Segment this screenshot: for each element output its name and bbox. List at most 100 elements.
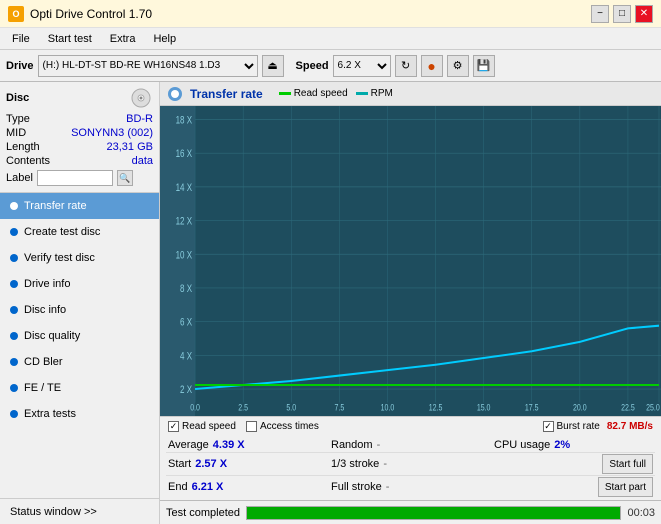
menu-help[interactable]: Help (145, 31, 184, 47)
end-val: 6.21 X (192, 481, 224, 493)
nav-label-transfer-rate: Transfer rate (24, 200, 87, 212)
access-times-checkbox-group: Access times (246, 421, 319, 432)
menu-bar: File Start test Extra Help (0, 28, 661, 50)
nav-dot (10, 306, 18, 314)
eject-button[interactable]: ⏏ (262, 55, 284, 77)
nav-drive-info[interactable]: Drive info (0, 271, 159, 297)
nav-dot (10, 280, 18, 288)
status-window-button[interactable]: Status window >> (0, 498, 159, 524)
disc-length-row: Length 23,31 GB (6, 140, 153, 154)
nav-dot (10, 358, 18, 366)
nav-cd-bler[interactable]: CD Bler (0, 349, 159, 375)
disc-type-row: Type BD-R (6, 112, 153, 126)
read-speed-checkbox[interactable]: ✓ (168, 421, 179, 432)
settings-button[interactable]: ⚙ (447, 55, 469, 77)
burn-button[interactable]: ● (421, 55, 443, 77)
start-part-cell: Start part (492, 476, 655, 498)
nav-label-disc-info: Disc info (24, 304, 66, 316)
nav-list: Transfer rate Create test disc Verify te… (0, 193, 159, 427)
stats-area: Average 4.39 X Random - CPU usage 2% (160, 436, 661, 500)
access-times-checkbox[interactable] (246, 421, 257, 432)
burst-rate-value: 82.7 MB/s (607, 421, 653, 432)
svg-text:22.5: 22.5 (621, 402, 635, 413)
contents-key: Contents (6, 155, 50, 167)
burst-rate-legend-text: Burst rate (557, 421, 600, 432)
nav-transfer-rate[interactable]: Transfer rate (0, 193, 159, 219)
body-area: Disc Type BD-R MID SONYNN3 (002 (0, 82, 661, 524)
app-window: O Opti Drive Control 1.70 − □ ✕ File Sta… (0, 0, 661, 524)
length-val: 23,31 GB (107, 141, 153, 153)
svg-text:20.0: 20.0 (573, 402, 587, 413)
svg-text:2 X: 2 X (180, 384, 193, 396)
read-speed-legend: Read speed (279, 88, 348, 99)
stat-average: Average 4.39 X (166, 438, 329, 452)
menu-file[interactable]: File (4, 31, 38, 47)
type-key: Type (6, 113, 30, 125)
disc-title: Disc (6, 92, 29, 104)
drive-select[interactable]: (H:) HL-DT-ST BD-RE WH16NS48 1.D3 (38, 55, 258, 77)
stats-row-1: Average 4.39 X Random - CPU usage 2% (166, 438, 655, 453)
start-part-button[interactable]: Start part (598, 477, 653, 497)
full-stroke-label: Full stroke (331, 481, 382, 493)
length-key: Length (6, 141, 40, 153)
chart-header: Transfer rate Read speed RPM (160, 82, 661, 106)
nav-extra-tests[interactable]: Extra tests (0, 401, 159, 427)
nav-dot (10, 332, 18, 340)
nav-label-disc-quality: Disc quality (24, 330, 80, 342)
stat-random: Random - (329, 438, 492, 452)
nav-label-extra-tests: Extra tests (24, 408, 76, 420)
label-key: Label (6, 172, 33, 184)
stat-cpu: CPU usage 2% (492, 438, 655, 452)
disc-label-row: Label 🔍 (6, 168, 153, 188)
nav-create-test-disc[interactable]: Create test disc (0, 219, 159, 245)
nav-dot (10, 202, 18, 210)
svg-text:7.5: 7.5 (334, 402, 344, 413)
status-text: Test completed (166, 507, 240, 519)
average-val: 4.39 X (213, 439, 245, 451)
save-button[interactable]: 💾 (473, 55, 495, 77)
random-val: - (377, 439, 381, 451)
svg-text:15.0: 15.0 (477, 402, 491, 413)
refresh-button[interactable]: ↻ (395, 55, 417, 77)
maximize-button[interactable]: □ (613, 5, 631, 23)
svg-text:8 X: 8 X (180, 283, 193, 295)
close-button[interactable]: ✕ (635, 5, 653, 23)
start-val: 2.57 X (195, 458, 227, 470)
chart-container: 18 X 16 X 14 X 12 X 10 X 8 X 6 X 4 X 2 X… (160, 106, 661, 416)
nav-label-cd-bler: CD Bler (24, 356, 63, 368)
nav-label-drive-info: Drive info (24, 278, 70, 290)
full-stroke-val: - (386, 481, 390, 493)
rpm-legend: RPM (356, 88, 393, 99)
end-label: End (168, 481, 188, 493)
menu-start-test[interactable]: Start test (40, 31, 100, 47)
average-label: Average (168, 439, 209, 451)
svg-text:14 X: 14 X (176, 182, 193, 194)
contents-val: data (132, 155, 153, 167)
read-speed-checkbox-group: ✓ Read speed (168, 421, 236, 432)
label-input[interactable] (37, 170, 113, 186)
disc-panel: Disc Type BD-R MID SONYNN3 (002 (0, 82, 159, 193)
minimize-button[interactable]: − (591, 5, 609, 23)
menu-extra[interactable]: Extra (102, 31, 144, 47)
start-full-button[interactable]: Start full (602, 454, 653, 474)
main-content: Transfer rate Read speed RPM (160, 82, 661, 524)
speed-select[interactable]: 6.2 X (333, 55, 391, 77)
svg-text:10 X: 10 X (176, 249, 193, 261)
disc-icon (129, 86, 153, 110)
type-val: BD-R (126, 113, 153, 125)
progress-bar-outer (246, 506, 621, 520)
svg-text:5.0: 5.0 (286, 402, 296, 413)
svg-text:4 X: 4 X (180, 350, 193, 362)
nav-disc-quality[interactable]: Disc quality (0, 323, 159, 349)
nav-verify-test-disc[interactable]: Verify test disc (0, 245, 159, 271)
burst-rate-checkbox[interactable]: ✓ (543, 421, 554, 432)
svg-text:16 X: 16 X (176, 148, 193, 160)
label-btn[interactable]: 🔍 (117, 170, 133, 186)
nav-dot (10, 228, 18, 236)
chart-icon (168, 87, 182, 101)
nav-fe-te[interactable]: FE / TE (0, 375, 159, 401)
nav-disc-info[interactable]: Disc info (0, 297, 159, 323)
stroke-label: 1/3 stroke (331, 458, 379, 470)
svg-text:25.0 GB: 25.0 GB (646, 402, 661, 413)
burst-rate-checkbox-group: ✓ Burst rate 82.7 MB/s (543, 421, 654, 432)
